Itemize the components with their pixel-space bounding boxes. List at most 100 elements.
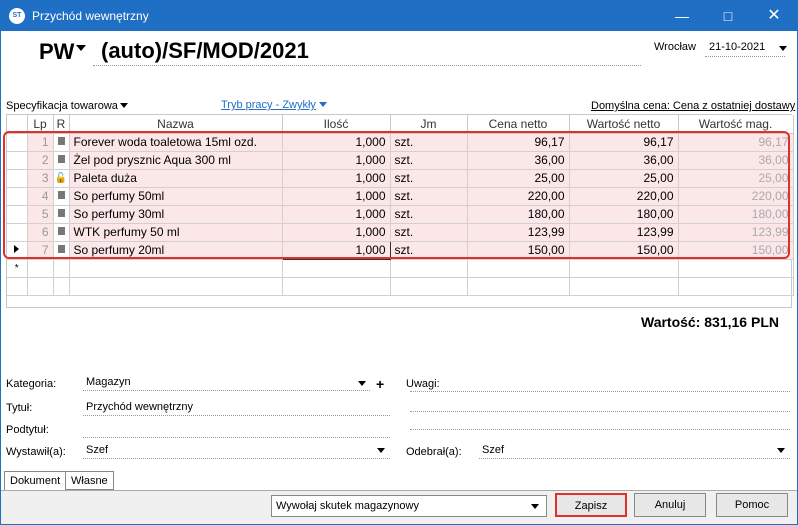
empty-cell[interactable] bbox=[53, 277, 70, 296]
cell-name[interactable]: So perfumy 20ml bbox=[69, 241, 283, 260]
empty-row[interactable] bbox=[7, 277, 794, 296]
column-price[interactable]: Cena netto bbox=[467, 115, 570, 134]
cell-lp[interactable]: 5 bbox=[27, 205, 54, 224]
cell-mag-value[interactable]: 220,00 bbox=[678, 187, 794, 206]
cell-unit[interactable]: szt. bbox=[390, 241, 468, 260]
table-row[interactable]: 3 🔓 Paleta duża 1,000 szt. 25,00 25,00 25,00 bbox=[7, 169, 794, 188]
cell-qty[interactable]: 1,000 bbox=[282, 223, 391, 242]
table-row[interactable]: 1 Forever woda toaletowa 15ml ozd. 1,000 sz… bbox=[7, 133, 794, 152]
cell-name[interactable]: Paleta duża bbox=[69, 169, 283, 188]
table-row[interactable]: 5 So perfumy 30ml 1,000 szt. 180,00 180,00 180… bbox=[7, 205, 794, 224]
empty-cell[interactable] bbox=[569, 277, 679, 296]
cell-value[interactable]: 123,99 bbox=[569, 223, 679, 242]
cell-price[interactable]: 180,00 bbox=[467, 205, 570, 224]
issued-by-dropdown-icon[interactable] bbox=[377, 448, 385, 453]
table-row[interactable]: 6 WTK perfumy 50 ml 1,000 szt. 123,99 123,99 1… bbox=[7, 223, 794, 242]
received-by-select[interactable]: Szef bbox=[479, 443, 790, 459]
cell-qty[interactable]: 1,000 bbox=[281, 240, 391, 260]
empty-cell[interactable] bbox=[27, 277, 54, 296]
row-indicator[interactable] bbox=[7, 133, 28, 152]
cell-name[interactable]: So perfumy 30ml bbox=[69, 205, 283, 224]
cell-qty[interactable]: 1,000 bbox=[282, 169, 391, 188]
notes-line-3[interactable] bbox=[410, 429, 790, 430]
column-value[interactable]: Wartość netto bbox=[569, 115, 679, 134]
cell-r[interactable] bbox=[53, 187, 70, 206]
cell-lp[interactable]: 1 bbox=[27, 133, 54, 152]
row-indicator[interactable]: * bbox=[7, 259, 28, 278]
cell-name[interactable]: WTK perfumy 50 ml bbox=[69, 223, 283, 242]
empty-cell[interactable] bbox=[282, 277, 391, 296]
add-category-icon[interactable]: + bbox=[376, 376, 384, 392]
empty-cell[interactable] bbox=[678, 277, 794, 296]
prefix-dropdown-icon[interactable] bbox=[76, 45, 86, 51]
cell-mag-value[interactable]: 180,00 bbox=[678, 205, 794, 224]
empty-cell[interactable] bbox=[53, 259, 70, 278]
row-indicator[interactable] bbox=[7, 151, 28, 170]
empty-cell[interactable] bbox=[69, 277, 283, 296]
default-price-link[interactable]: Domyślna cena: Cena z ostatniej dostawy bbox=[591, 100, 795, 112]
specification-dropdown-icon[interactable] bbox=[120, 103, 128, 108]
category-select[interactable]: Magazyn bbox=[83, 375, 370, 391]
document-date[interactable]: 21-10-2021 bbox=[705, 39, 785, 57]
cell-lp[interactable]: 7 bbox=[27, 241, 54, 260]
cell-value[interactable]: 25,00 bbox=[569, 169, 679, 188]
table-row[interactable]: 2 Żel pod prysznic Aqua 300 ml 1,000 szt. 36… bbox=[7, 151, 794, 170]
empty-cell[interactable] bbox=[467, 259, 570, 278]
cell-r[interactable] bbox=[53, 151, 70, 170]
row-indicator[interactable] bbox=[7, 187, 28, 206]
cell-r[interactable] bbox=[53, 205, 70, 224]
date-dropdown-icon[interactable] bbox=[779, 46, 787, 51]
cell-price[interactable]: 150,00 bbox=[467, 241, 570, 260]
cell-unit[interactable]: szt. bbox=[390, 151, 468, 170]
row-indicator[interactable] bbox=[7, 205, 28, 224]
column-name[interactable]: Nazwa bbox=[69, 115, 283, 134]
cell-value[interactable]: 180,00 bbox=[569, 205, 679, 224]
column-lp[interactable]: Lp bbox=[27, 115, 54, 134]
empty-cell[interactable] bbox=[282, 259, 391, 278]
cell-value[interactable]: 150,00 bbox=[569, 241, 679, 260]
minimize-icon[interactable]: — bbox=[659, 1, 705, 31]
cell-qty[interactable]: 1,000 bbox=[282, 205, 391, 224]
cell-mag-value[interactable]: 36,00 bbox=[678, 151, 794, 170]
row-indicator[interactable] bbox=[7, 169, 28, 188]
new-row[interactable]: * bbox=[7, 259, 794, 278]
cell-qty[interactable]: 1,000 bbox=[282, 151, 391, 170]
warehouse-action-dropdown-icon[interactable] bbox=[531, 504, 539, 509]
cell-unit[interactable]: szt. bbox=[390, 205, 468, 224]
title-field[interactable]: Przychód wewnętrzny bbox=[83, 400, 390, 416]
save-button[interactable]: Zapisz bbox=[555, 493, 627, 517]
received-by-dropdown-icon[interactable] bbox=[777, 448, 785, 453]
cell-name[interactable]: Żel pod prysznic Aqua 300 ml bbox=[69, 151, 283, 170]
cell-qty[interactable]: 1,000 bbox=[282, 133, 391, 152]
tab-custom[interactable]: Własne bbox=[65, 471, 114, 490]
cell-value[interactable]: 220,00 bbox=[569, 187, 679, 206]
cell-price[interactable]: 96,17 bbox=[467, 133, 570, 152]
work-mode-dropdown-icon[interactable] bbox=[319, 102, 327, 107]
cell-lp[interactable]: 3 bbox=[27, 169, 54, 188]
cell-value[interactable]: 36,00 bbox=[569, 151, 679, 170]
empty-cell[interactable] bbox=[678, 259, 794, 278]
empty-cell[interactable] bbox=[69, 259, 283, 278]
cancel-button[interactable]: Anuluj bbox=[634, 493, 706, 517]
issued-by-select[interactable]: Szef bbox=[83, 443, 390, 459]
table-row[interactable]: 4 So perfumy 50ml 1,000 szt. 220,00 220,00 220… bbox=[7, 187, 794, 206]
cell-unit[interactable]: szt. bbox=[390, 223, 468, 242]
cell-price[interactable]: 220,00 bbox=[467, 187, 570, 206]
cell-lp[interactable]: 2 bbox=[27, 151, 54, 170]
document-prefix[interactable]: PW bbox=[39, 39, 74, 65]
specification-menu[interactable]: Specyfikacja towarowa bbox=[6, 100, 118, 112]
cell-lp[interactable]: 4 bbox=[27, 187, 54, 206]
document-place[interactable]: Wrocław bbox=[654, 41, 696, 53]
warehouse-action-select[interactable]: Wywołaj skutek magazynowy bbox=[271, 495, 547, 517]
row-indicator[interactable] bbox=[7, 241, 28, 260]
table-row[interactable]: 7 So perfumy 20ml 1,000 szt. 150,00 150,00 150… bbox=[7, 240, 794, 260]
empty-cell[interactable] bbox=[390, 277, 468, 296]
empty-cell[interactable] bbox=[27, 259, 54, 278]
notes-line-2[interactable] bbox=[410, 411, 790, 412]
row-indicator[interactable] bbox=[7, 277, 28, 296]
cell-lp[interactable]: 6 bbox=[27, 223, 54, 242]
subtitle-field[interactable] bbox=[83, 422, 390, 438]
cell-unit[interactable]: szt. bbox=[390, 133, 468, 152]
empty-cell[interactable] bbox=[569, 259, 679, 278]
document-number[interactable]: (auto)/SF/MOD/2021 bbox=[93, 38, 641, 66]
